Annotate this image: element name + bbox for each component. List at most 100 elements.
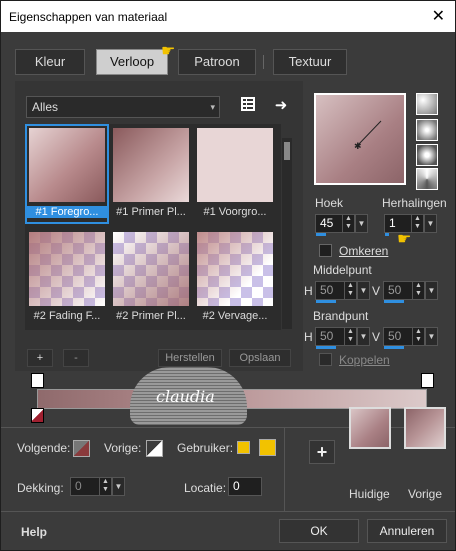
link-checkbox[interactable] <box>319 353 332 366</box>
user-color-swatch[interactable] <box>259 439 276 456</box>
repeats-label: Herhalingen <box>382 196 447 210</box>
close-icon[interactable]: ✕ <box>432 6 445 26</box>
gradient-swatch <box>113 128 189 202</box>
cancel-button[interactable]: Annuleren <box>367 519 447 543</box>
remove-gradient-button[interactable]: - <box>63 349 89 367</box>
location-input[interactable]: 0 <box>228 477 262 496</box>
previous-color-swatch[interactable] <box>146 440 163 457</box>
midpoint-v-value: 50 <box>388 283 402 297</box>
divider <box>1 511 455 512</box>
rectangular-style-icon[interactable] <box>416 119 438 141</box>
gradient-swatch <box>197 128 273 202</box>
focal-v-label: V <box>372 330 381 344</box>
gradient-swatch <box>113 232 189 306</box>
spin-arrows-icon[interactable]: ▲ ▼ <box>412 328 424 345</box>
chevron-down-icon[interactable]: ▼ <box>425 281 438 300</box>
angle-input[interactable]: 45 ▲ ▼ ▼ <box>315 214 368 236</box>
next-color-swatch[interactable] <box>73 440 90 457</box>
focal-h-input[interactable]: 50 ▲ ▼ ▼ <box>315 327 370 349</box>
opacity-input[interactable]: 0 ▲ ▼ ▼ <box>70 477 125 496</box>
chevron-down-icon[interactable]: ▼ <box>112 477 125 496</box>
focal-point-label: Brandpunt <box>313 309 369 323</box>
focal-h-slider[interactable] <box>316 346 336 349</box>
chevron-down-icon[interactable]: ▼ <box>357 327 370 346</box>
ok-button[interactable]: OK <box>279 519 359 543</box>
gradient-thumb[interactable]: #1 Foregro... <box>25 124 109 224</box>
link-label: Koppelen <box>339 353 390 367</box>
gradient-preview[interactable]: ✱ <box>314 93 406 185</box>
gradient-label: #2 Fading F... <box>33 310 101 322</box>
previous-material-swatch[interactable] <box>404 407 446 449</box>
title-bar: Eigenschappen van materiaal ✕ <box>1 1 455 32</box>
list-view-icon[interactable] <box>238 96 258 116</box>
invert-label: Omkeren <box>339 244 389 258</box>
previous-label: Vorige <box>408 487 443 501</box>
color-stop-left-icon[interactable] <box>31 408 44 423</box>
scrollbar-thumb[interactable] <box>284 142 290 160</box>
spin-arrows-icon[interactable]: ▲ ▼ <box>99 478 111 495</box>
chevron-down-icon[interactable]: ▼ <box>355 214 368 233</box>
focal-v-input[interactable]: 50 ▲ ▼ ▼ <box>383 327 438 349</box>
user-label: Gebruiker: <box>177 441 234 455</box>
angle-value: 45 <box>320 216 334 230</box>
midpoint-v-input[interactable]: 50 ▲ ▼ ▼ <box>383 281 438 303</box>
tab-kleur[interactable]: Kleur <box>15 49 85 75</box>
pointing-hand-icon: ☛ <box>161 43 176 60</box>
watermark-text: claudia <box>156 387 215 406</box>
chevron-down-icon[interactable]: ▼ <box>425 327 438 346</box>
gradient-thumb[interactable]: #1 Primer Pl... <box>111 126 191 222</box>
angle-slider[interactable] <box>316 233 326 236</box>
sunburst-style-icon[interactable] <box>416 144 438 166</box>
spin-arrows-icon[interactable]: ▲ ▼ <box>344 282 356 299</box>
linear-style-icon[interactable] <box>416 93 438 115</box>
gradient-swatch <box>29 232 105 306</box>
foreground-stop-top-icon[interactable] <box>31 373 44 388</box>
arrow-right-icon[interactable]: ➜ <box>271 96 291 116</box>
gradient-label: #2 Vervage... <box>202 310 268 322</box>
add-gradient-button[interactable]: + <box>27 349 53 367</box>
tab-verloop[interactable]: Verloop <box>96 49 168 75</box>
focal-v-slider[interactable] <box>384 346 404 349</box>
gradient-thumb[interactable]: #2 Primer Pl... <box>111 230 191 326</box>
user-color-swatch-small[interactable] <box>237 441 250 454</box>
midpoint-v-slider[interactable] <box>384 300 404 303</box>
chevron-down-icon: ▾ <box>210 102 215 112</box>
gradient-list-scrollbar[interactable] <box>282 138 292 329</box>
next-label: Volgende: <box>17 441 71 455</box>
gradient-thumb[interactable]: #2 Vervage... <box>195 230 275 326</box>
restore-button[interactable]: Herstellen <box>158 349 222 367</box>
radial-style-icon[interactable] <box>416 168 438 190</box>
spin-arrows-icon[interactable]: ▲ ▼ <box>412 282 424 299</box>
add-color-button[interactable]: + <box>309 440 335 464</box>
midpoint-h-input[interactable]: 50 ▲ ▼ ▼ <box>315 281 370 303</box>
tab-textuur[interactable]: Textuur <box>273 49 347 75</box>
gradient-label: #2 Primer Pl... <box>116 310 186 322</box>
gradient-label: #1 Foregro... <box>27 206 107 218</box>
midpoint-label: Middelpunt <box>313 263 372 277</box>
divider <box>284 427 285 511</box>
focal-h-value: 50 <box>320 329 334 343</box>
chevron-down-icon[interactable]: ▼ <box>357 281 370 300</box>
current-material-swatch[interactable] <box>349 407 391 449</box>
chevron-down-icon[interactable]: ▼ <box>424 214 437 233</box>
spin-arrows-icon[interactable]: ▲ ▼ <box>411 215 423 232</box>
repeats-slider[interactable] <box>385 233 389 236</box>
spin-arrows-icon[interactable]: ▲ ▼ <box>342 215 354 232</box>
invert-checkbox[interactable] <box>319 244 332 257</box>
gradient-category-select[interactable]: Alles ▾ <box>26 96 220 118</box>
svg-text:✱: ✱ <box>354 142 362 152</box>
gradient-thumb[interactable]: #2 Fading F... <box>27 230 107 326</box>
opacity-label: Dekking: <box>17 481 64 495</box>
midpoint-h-slider[interactable] <box>316 300 336 303</box>
location-value: 0 <box>233 479 240 493</box>
gradient-thumb[interactable]: #1 Voorgro... <box>195 126 275 222</box>
background-stop-top-icon[interactable] <box>421 373 434 388</box>
location-label: Locatie: <box>184 481 227 495</box>
prev-label: Vorige: <box>104 441 142 455</box>
help-link[interactable]: Help <box>21 525 47 539</box>
spin-arrows-icon[interactable]: ▲ ▼ <box>344 328 356 345</box>
focal-h-label: H <box>304 330 313 344</box>
window-title: Eigenschappen van materiaal <box>9 10 168 24</box>
tab-patroon[interactable]: Patroon <box>178 49 256 75</box>
save-button[interactable]: Opslaan <box>229 349 291 367</box>
